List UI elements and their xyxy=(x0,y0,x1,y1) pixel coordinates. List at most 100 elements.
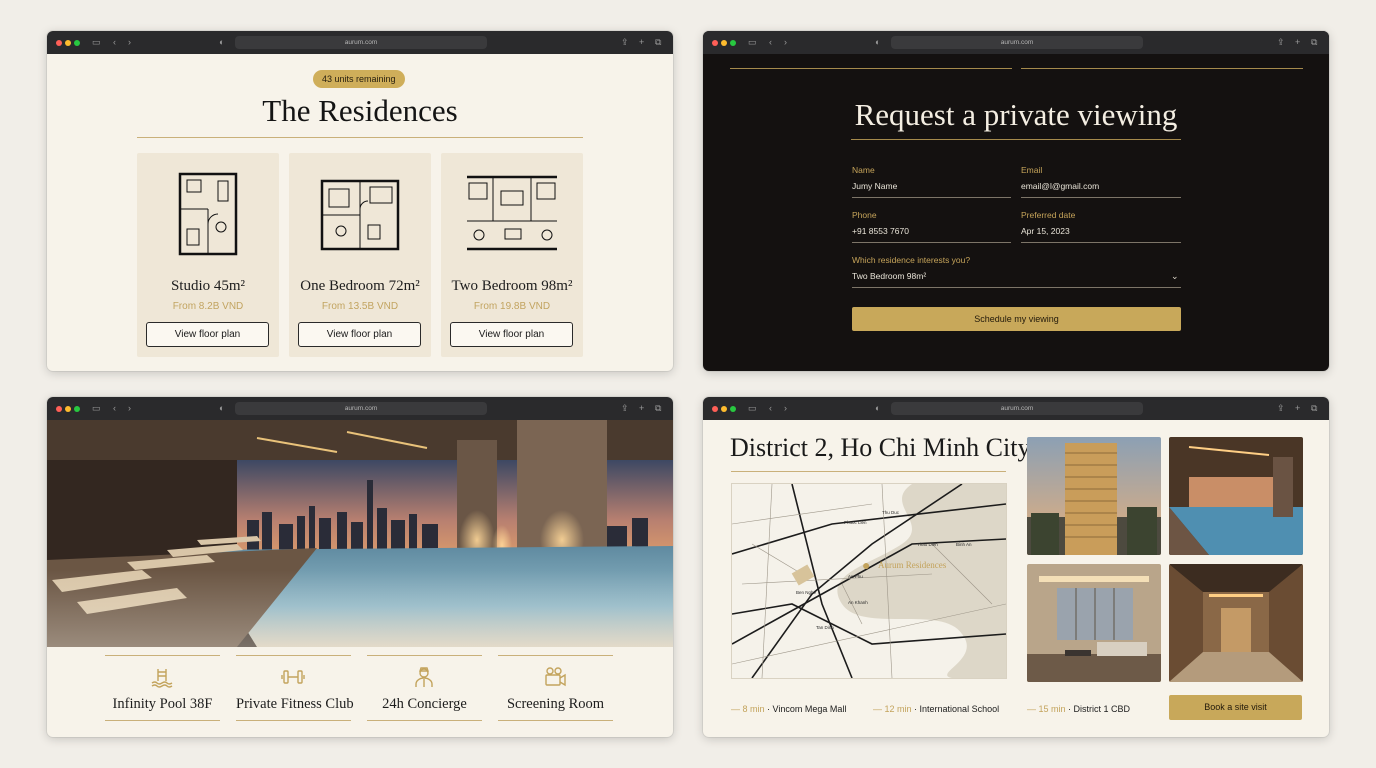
forward-icon[interactable]: › xyxy=(128,37,131,47)
living-room-photo xyxy=(1027,564,1161,682)
back-icon[interactable]: ‹ xyxy=(113,403,116,413)
poi-international-school: — 12 min · International School xyxy=(873,704,1000,714)
amenity-fitness-club: Private Fitness Club xyxy=(236,655,354,721)
poi-time: 15 min xyxy=(1038,704,1066,714)
shield-icon[interactable]: ◐ xyxy=(219,37,224,47)
svg-text:Tan Dinh: Tan Dinh xyxy=(816,625,834,630)
residence-select-underline xyxy=(852,287,1181,288)
unit-price: From 13.5B VND xyxy=(321,301,399,312)
poi-place: Vincom Mega Mall xyxy=(772,704,847,714)
new-tab-icon[interactable]: + xyxy=(639,37,644,47)
name-field[interactable]: Jumy Name xyxy=(852,181,897,191)
address-bar[interactable]: aurum.com xyxy=(891,402,1143,415)
email-field-underline xyxy=(1021,197,1181,198)
svg-text:Phuoc Lien: Phuoc Lien xyxy=(844,520,867,525)
address-bar[interactable]: aurum.com xyxy=(235,36,487,49)
email-label: Email xyxy=(1021,165,1043,175)
share-icon[interactable]: ⇪ xyxy=(621,403,629,413)
tabs-icon[interactable]: ⧉ xyxy=(655,403,661,413)
amenity-name: Infinity Pool 38F xyxy=(112,696,213,712)
back-icon[interactable]: ‹ xyxy=(113,37,116,47)
view-floor-plan-button[interactable]: View floor plan xyxy=(146,322,269,347)
back-icon[interactable]: ‹ xyxy=(769,403,772,413)
tabs-icon[interactable]: ⧉ xyxy=(655,37,661,47)
amenity-screening-room: Screening Room xyxy=(498,655,613,721)
residence-label: Which residence interests you? xyxy=(852,255,971,265)
zoom-window-button[interactable] xyxy=(74,406,80,412)
phone-field[interactable]: +91 8553 7670 xyxy=(852,226,909,236)
share-icon[interactable]: ⇪ xyxy=(621,37,629,47)
sidebar-icon[interactable]: ▭ xyxy=(92,37,101,47)
zoom-window-button[interactable] xyxy=(730,406,736,412)
amenities-window: ▭ ‹ › ◐ aurum.com ⇪ + ⧉ Infinity Pool 38… xyxy=(47,397,673,737)
phone-label: Phone xyxy=(852,210,877,220)
poi-place: District 1 CBD xyxy=(1073,704,1131,714)
svg-text:Thao Dien: Thao Dien xyxy=(917,542,938,547)
share-icon[interactable]: ⇪ xyxy=(1277,403,1285,413)
units-remaining-badge: 43 units remaining xyxy=(313,70,405,88)
back-icon[interactable]: ‹ xyxy=(769,37,772,47)
zoom-window-button[interactable] xyxy=(730,40,736,46)
zoom-window-button[interactable] xyxy=(74,40,80,46)
tabs-icon[interactable]: ⧉ xyxy=(1311,403,1317,413)
unit-card-one-bedroom: One Bedroom 72m² From 13.5B VND View flo… xyxy=(289,153,431,357)
unit-card-two-bedroom: Two Bedroom 98m² From 19.8B VND View flo… xyxy=(441,153,583,357)
indoor-pool-photo xyxy=(1169,437,1303,555)
residence-select[interactable]: Two Bedroom 98m² xyxy=(852,271,926,281)
forward-icon[interactable]: › xyxy=(128,403,131,413)
minimize-window-button[interactable] xyxy=(721,40,727,46)
close-window-button[interactable] xyxy=(56,40,62,46)
email-field[interactable]: email@l@gmail.com xyxy=(1021,181,1099,191)
date-field[interactable]: Apr 15, 2023 xyxy=(1021,226,1070,236)
map-pin-icon[interactable]: ● xyxy=(862,558,870,572)
amenity-name: 24h Concierge xyxy=(382,696,467,712)
sidebar-icon[interactable]: ▭ xyxy=(748,403,757,413)
share-icon[interactable]: ⇪ xyxy=(1277,37,1285,47)
new-tab-icon[interactable]: + xyxy=(639,403,644,413)
amenity-concierge: 24h Concierge xyxy=(367,655,482,721)
close-window-button[interactable] xyxy=(712,406,718,412)
title-divider xyxy=(851,139,1181,140)
browser-toolbar: ▭ ‹ › ◐ aurum.com ⇪ + ⧉ xyxy=(47,397,673,420)
unit-name: Studio 45m² xyxy=(170,278,246,294)
unit-card-studio: Studio 45m² From 8.2B VND View floor pla… xyxy=(137,153,279,357)
shield-icon[interactable]: ◐ xyxy=(875,403,880,413)
close-window-button[interactable] xyxy=(56,406,62,412)
sidebar-icon[interactable]: ▭ xyxy=(748,37,757,47)
location-map[interactable]: Phuoc Lien Thu Duc Thao Dien Binh An Ben Ng… xyxy=(731,483,1007,679)
poi-district-1-cbd: — 15 min · District 1 CBD xyxy=(1027,704,1131,714)
unit-name: One Bedroom 72m² xyxy=(300,278,420,294)
view-floor-plan-button[interactable]: View floor plan xyxy=(298,322,421,347)
header-divider-right xyxy=(1021,68,1303,69)
forward-icon[interactable]: › xyxy=(784,37,787,47)
address-bar[interactable]: aurum.com xyxy=(235,402,487,415)
dumbbell-icon xyxy=(281,670,305,684)
new-tab-icon[interactable]: + xyxy=(1295,37,1300,47)
schedule-viewing-button[interactable]: Schedule my viewing xyxy=(852,307,1181,331)
browser-toolbar: ▭ ‹ › ◐ aurum.com ⇪ + ⧉ xyxy=(703,397,1329,420)
close-window-button[interactable] xyxy=(712,40,718,46)
address-bar[interactable]: aurum.com xyxy=(891,36,1143,49)
svg-text:An Phu: An Phu xyxy=(848,574,863,579)
residences-window: ▭ ‹ › ◐ aurum.com ⇪ + ⧉ 43 units remaini… xyxy=(47,31,673,371)
svg-text:An Khanh: An Khanh xyxy=(848,600,868,605)
shield-icon[interactable]: ◐ xyxy=(875,37,880,47)
phone-field-underline xyxy=(852,242,1011,243)
minimize-window-button[interactable] xyxy=(65,406,71,412)
chevron-down-icon[interactable]: ⌄ xyxy=(1171,271,1179,282)
new-tab-icon[interactable]: + xyxy=(1295,403,1300,413)
forward-icon[interactable]: › xyxy=(784,403,787,413)
minimize-window-button[interactable] xyxy=(721,406,727,412)
sidebar-icon[interactable]: ▭ xyxy=(92,403,101,413)
floor-plan-studio-icon xyxy=(178,172,238,256)
minimize-window-button[interactable] xyxy=(65,40,71,46)
book-site-visit-button[interactable]: Book a site visit xyxy=(1169,695,1302,720)
amenity-name: Private Fitness Club xyxy=(236,696,354,712)
shield-icon[interactable]: ◐ xyxy=(219,403,224,413)
svg-text:Binh An: Binh An xyxy=(956,542,972,547)
map-pin-label: Aurum Residences xyxy=(878,560,947,570)
view-floor-plan-button[interactable]: View floor plan xyxy=(450,322,573,347)
form-title: Request a private viewing xyxy=(854,97,1178,132)
tabs-icon[interactable]: ⧉ xyxy=(1311,37,1317,47)
location-window: ▭ ‹ › ◐ aurum.com ⇪ + ⧉ District 2, Ho C… xyxy=(703,397,1329,737)
